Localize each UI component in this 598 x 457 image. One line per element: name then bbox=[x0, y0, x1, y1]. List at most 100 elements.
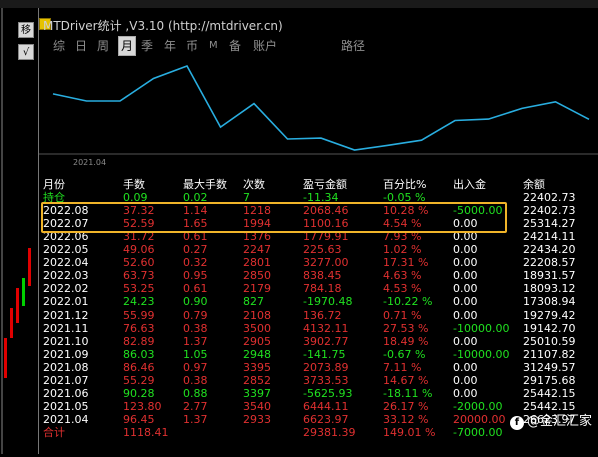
cell-percent: 33.12 % bbox=[383, 412, 429, 426]
cell-max-lots: 0.27 bbox=[183, 243, 208, 257]
cell-lots: 82.89 bbox=[123, 334, 155, 348]
tab-m[interactable]: M bbox=[209, 37, 218, 55]
cell-profit-loss: 29381.39 bbox=[303, 425, 356, 439]
cell-month: 2021.11 bbox=[43, 321, 89, 335]
left-toolbar: 移 √ bbox=[18, 22, 36, 66]
cell-month: 2021.12 bbox=[43, 308, 89, 322]
table-row[interactable]: 2022.04 52.60 0.32 2801 3277.00 17.31 % 0.00 22… bbox=[39, 256, 598, 269]
cell-count: 2179 bbox=[243, 282, 271, 296]
cell-profit-loss: 136.72 bbox=[303, 308, 342, 322]
cell-lots: 90.28 bbox=[123, 386, 155, 400]
cell-deposit-withdraw: 20000.00 bbox=[453, 412, 506, 426]
cell-deposit-withdraw: 0.00 bbox=[453, 386, 478, 400]
cell-deposit-withdraw: -10000.00 bbox=[453, 347, 510, 361]
column-header-count[interactable]: 次数 bbox=[243, 178, 265, 191]
table-row[interactable]: 2021.09 86.03 1.05 2948 -141.75 -0.67 % -10000… bbox=[39, 348, 598, 361]
cell-profit-loss: 225.63 bbox=[303, 243, 342, 257]
table-row[interactable]: 2021.12 55.99 0.79 2108 136.72 0.71 % 0.00 1927… bbox=[39, 309, 598, 322]
cell-deposit-withdraw: 0.00 bbox=[453, 256, 478, 270]
table-row[interactable]: 2022.01 24.23 0.90 827 -1970.48 -10.22 % 0.00 1… bbox=[39, 295, 598, 308]
cell-month: 2022.03 bbox=[43, 269, 89, 283]
tab-year[interactable]: 年 bbox=[164, 37, 176, 55]
table-row[interactable]: 2021.06 90.28 0.88 3397 -5625.93 -18.11 % 0.00… bbox=[39, 387, 598, 400]
cell-deposit-withdraw: 0.00 bbox=[453, 334, 478, 348]
column-header-lots[interactable]: 手数 bbox=[123, 178, 145, 191]
cell-percent: 27.53 % bbox=[383, 321, 429, 335]
table-row[interactable]: 2021.08 86.46 0.97 3395 2073.89 7.11 % 0.00 312… bbox=[39, 361, 598, 374]
cell-percent: -0.67 % bbox=[383, 347, 426, 361]
cell-deposit-withdraw: 0.00 bbox=[453, 269, 478, 283]
cell-max-lots: 0.79 bbox=[183, 308, 208, 322]
table-row[interactable]: 2021.11 76.63 0.38 3500 4132.11 27.53 % -10000… bbox=[39, 322, 598, 335]
cell-balance: 19142.70 bbox=[523, 321, 576, 335]
cell-profit-loss: 3733.53 bbox=[303, 373, 349, 387]
tab-account[interactable]: 账户 bbox=[253, 37, 277, 55]
cell-percent: 18.49 % bbox=[383, 334, 429, 348]
cell-count: 2948 bbox=[243, 347, 271, 361]
table-row[interactable]: 2022.03 63.73 0.95 2850 838.45 4.63 % 0.00 1893… bbox=[39, 269, 598, 282]
column-header-percent[interactable]: 百分比% bbox=[383, 178, 426, 191]
cell-month: 2021.08 bbox=[43, 360, 89, 374]
table-header: 月份 手数 最大手数 次数 盈亏金额 百分比% 出入金 余额 bbox=[39, 178, 598, 191]
tab-currency[interactable]: 币 bbox=[186, 37, 198, 55]
title-bar: MTDriver统计 ,V3.10 (http://mtdriver.cn) bbox=[39, 15, 598, 33]
cell-month: 2021.10 bbox=[43, 334, 89, 348]
cell-count: 3397 bbox=[243, 386, 271, 400]
check-tool-button[interactable]: √ bbox=[18, 44, 34, 60]
cell-percent: -18.11 % bbox=[383, 386, 433, 400]
cell-profit-loss: -141.75 bbox=[303, 347, 346, 361]
candle bbox=[4, 338, 7, 378]
cell-lots: 63.73 bbox=[123, 269, 155, 283]
cell-count: 3540 bbox=[243, 399, 271, 413]
column-header-balance[interactable]: 余额 bbox=[523, 178, 545, 191]
tab-day[interactable]: 日 bbox=[75, 37, 87, 55]
cell-count: 2108 bbox=[243, 308, 271, 322]
balance-trend-chart: 2021.04 bbox=[39, 65, 598, 166]
table-row[interactable]: 2022.02 53.25 0.61 2179 784.18 4.53 % 0.00 1809… bbox=[39, 282, 598, 295]
cell-max-lots: 1.37 bbox=[183, 334, 208, 348]
cell-percent: 14.67 % bbox=[383, 373, 429, 387]
cell-month: 2021.06 bbox=[43, 386, 89, 400]
cell-profit-loss: 838.45 bbox=[303, 269, 342, 283]
highlight-box bbox=[41, 202, 507, 234]
watermark: f @金汇汇家 bbox=[509, 410, 592, 430]
cell-deposit-withdraw: 0.00 bbox=[453, 295, 478, 309]
cell-balance: 31249.57 bbox=[523, 360, 576, 374]
cell-count: 3500 bbox=[243, 321, 271, 335]
cell-deposit-withdraw: -10000.00 bbox=[453, 321, 510, 335]
cell-balance: 21107.82 bbox=[523, 347, 576, 361]
table-row[interactable]: 2021.10 82.89 1.37 2905 3902.77 18.49 % 0.00 25… bbox=[39, 335, 598, 348]
tab-note[interactable]: 备 bbox=[229, 37, 241, 55]
tab-quarter[interactable]: 季 bbox=[141, 37, 153, 55]
cell-lots: 52.60 bbox=[123, 256, 155, 270]
candlestick-chart bbox=[1, 8, 31, 454]
tab-path[interactable]: 路径 bbox=[341, 37, 365, 55]
move-tool-button[interactable]: 移 bbox=[18, 22, 34, 38]
cell-percent: 4.63 % bbox=[383, 269, 422, 283]
cell-deposit-withdraw: -2000.00 bbox=[453, 399, 503, 413]
cell-percent: -10.22 % bbox=[383, 295, 433, 309]
cell-count: 2905 bbox=[243, 334, 271, 348]
tab-week[interactable]: 周 bbox=[97, 37, 109, 55]
cell-balance: 25442.15 bbox=[523, 386, 576, 400]
candle bbox=[10, 308, 13, 338]
cell-balance: 18093.12 bbox=[523, 282, 576, 296]
cell-count: 827 bbox=[243, 295, 264, 309]
cell-month: 2021.04 bbox=[43, 412, 89, 426]
table-row[interactable]: 2021.07 55.29 0.38 2852 3733.53 14.67 % 0.00 29… bbox=[39, 374, 598, 387]
table-row[interactable]: 2022.05 49.06 0.27 2247 225.63 1.02 % 0.00 2243… bbox=[39, 243, 598, 256]
cell-percent: 7.11 % bbox=[383, 360, 422, 374]
column-header-max-lots[interactable]: 最大手数 bbox=[183, 178, 227, 191]
tab-summary[interactable]: 综 bbox=[53, 37, 65, 55]
cell-profit-loss: 784.18 bbox=[303, 282, 342, 296]
tab-month[interactable]: 月 bbox=[118, 36, 137, 56]
candle bbox=[28, 248, 31, 286]
column-header-profit-loss[interactable]: 盈亏金额 bbox=[303, 178, 347, 191]
cell-count: 2247 bbox=[243, 243, 271, 257]
weibo-icon: f bbox=[509, 416, 524, 430]
cell-balance: 22402.73 bbox=[523, 204, 576, 218]
candle bbox=[16, 288, 19, 323]
column-header-deposit-withdraw[interactable]: 出入金 bbox=[453, 178, 486, 191]
cell-deposit-withdraw: 0.00 bbox=[453, 308, 478, 322]
column-header-month[interactable]: 月份 bbox=[43, 178, 65, 191]
